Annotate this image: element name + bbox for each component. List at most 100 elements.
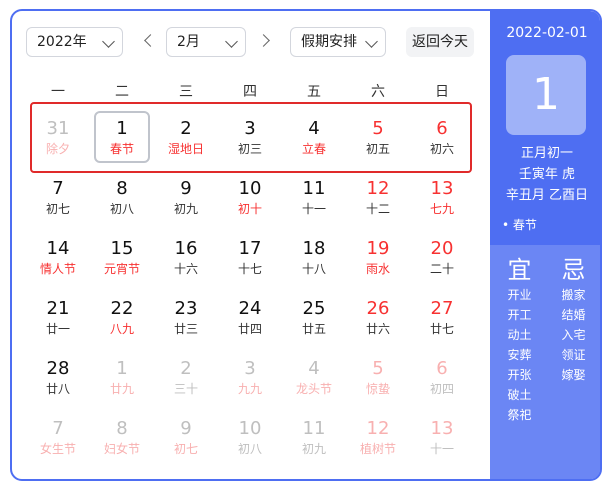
day-number: 3 bbox=[244, 358, 256, 379]
yi-item: 安葬 bbox=[507, 348, 532, 362]
day-cell[interactable]: 10 初八 bbox=[218, 407, 282, 467]
holiday-select-value: 假期安排 bbox=[301, 34, 357, 50]
day-cell[interactable]: 27 廿七 bbox=[410, 287, 474, 347]
day-cell[interactable]: 14 情人节 bbox=[26, 227, 90, 287]
day-number: 1 bbox=[116, 118, 128, 139]
day-lunar-label: 初七 bbox=[45, 202, 70, 216]
day-number: 28 bbox=[46, 358, 70, 379]
day-number: 22 bbox=[110, 298, 134, 319]
prev-month-arrow-icon[interactable] bbox=[144, 34, 157, 47]
day-cell[interactable]: 22 八九 bbox=[90, 287, 154, 347]
day-number: 27 bbox=[430, 298, 454, 319]
day-cell[interactable]: 11 初九 bbox=[282, 407, 346, 467]
day-cell[interactable]: 15 元宵节 bbox=[90, 227, 154, 287]
back-to-today-button[interactable]: 返回今天 bbox=[406, 27, 474, 57]
day-cell[interactable]: 7 初七 bbox=[26, 167, 90, 227]
day-cell[interactable]: 19 雨水 bbox=[346, 227, 410, 287]
day-lunar-label: 十六 bbox=[173, 262, 198, 276]
day-cell[interactable]: 24 廿四 bbox=[218, 287, 282, 347]
day-cell[interactable]: 6 初四 bbox=[410, 347, 474, 407]
day-lunar-label: 初六 bbox=[429, 142, 454, 156]
day-cell[interactable]: 7 女生节 bbox=[26, 407, 90, 467]
day-grid: 31 除夕 1 春节 2 湿地日 3 初三 4 立春 5 初五 6 初六 7 初七 8 初八 9 初九 10 初十 11 十一… bbox=[26, 107, 474, 467]
week-row: 28 廿八 1 廿九 2 三十 3 九九 4 龙头节 5 惊蛰 6 初四 bbox=[26, 347, 474, 407]
day-cell[interactable]: 31 除夕 bbox=[26, 107, 90, 167]
day-lunar-label: 初八 bbox=[109, 202, 134, 216]
day-number: 8 bbox=[116, 178, 128, 199]
day-cell[interactable]: 8 初八 bbox=[90, 167, 154, 227]
day-cell[interactable]: 28 廿八 bbox=[26, 347, 90, 407]
day-number: 5 bbox=[372, 118, 384, 139]
day-cell[interactable]: 6 初六 bbox=[410, 107, 474, 167]
day-cell[interactable]: 13 十一 bbox=[410, 407, 474, 467]
day-cell[interactable]: 13 七九 bbox=[410, 167, 474, 227]
yi-item: 祭祀 bbox=[507, 408, 532, 422]
yi-title: 宜 bbox=[507, 256, 532, 284]
day-cell[interactable]: 5 初五 bbox=[346, 107, 410, 167]
year-select[interactable]: 2022年 bbox=[26, 27, 123, 57]
ji-item: 结婚 bbox=[561, 308, 586, 322]
weekday-label: 五 bbox=[307, 84, 321, 100]
next-month-arrow-icon[interactable] bbox=[257, 34, 270, 47]
day-cell[interactable]: 17 十七 bbox=[218, 227, 282, 287]
day-number: 17 bbox=[238, 238, 262, 259]
day-cell[interactable]: 20 二十 bbox=[410, 227, 474, 287]
day-cell[interactable]: 23 廿三 bbox=[154, 287, 218, 347]
day-cell[interactable]: 12 植树节 bbox=[346, 407, 410, 467]
week-row: 14 情人节 15 元宵节 16 十六 17 十七 18 十八 19 雨水 20 二十 bbox=[26, 227, 474, 287]
day-cell[interactable]: 2 三十 bbox=[154, 347, 218, 407]
day-lunar-label: 初十 bbox=[237, 202, 262, 216]
day-cell[interactable]: 12 十二 bbox=[346, 167, 410, 227]
weekday-label: 三 bbox=[179, 84, 193, 100]
day-cell[interactable]: 1 春节 bbox=[90, 107, 154, 167]
day-cell[interactable]: 3 九九 bbox=[218, 347, 282, 407]
day-lunar-label: 立春 bbox=[301, 142, 326, 156]
day-number: 26 bbox=[366, 298, 390, 319]
week-row: 7 女生节 8 妇女节 9 初七 10 初八 11 初九 12 植树节 13 十一 bbox=[26, 407, 474, 467]
day-lunar-label: 元宵节 bbox=[103, 262, 140, 276]
day-number: 4 bbox=[308, 118, 320, 139]
day-cell[interactable]: 4 龙头节 bbox=[282, 347, 346, 407]
month-select[interactable]: 2月 bbox=[166, 27, 246, 57]
yi-item: 动土 bbox=[507, 328, 532, 342]
day-cell[interactable]: 9 初七 bbox=[154, 407, 218, 467]
day-cell[interactable]: 4 立春 bbox=[282, 107, 346, 167]
day-lunar-label: 廿八 bbox=[45, 382, 70, 396]
day-cell[interactable]: 5 惊蛰 bbox=[346, 347, 410, 407]
lunar-info: 正月初一 壬寅年 虎 辛丑月 乙酉日 bbox=[490, 143, 600, 206]
day-number: 15 bbox=[110, 238, 134, 259]
day-number: 9 bbox=[180, 418, 192, 439]
day-number: 1 bbox=[116, 358, 128, 379]
day-lunar-label: 初九 bbox=[173, 202, 198, 216]
day-cell[interactable]: 2 湿地日 bbox=[154, 107, 218, 167]
day-cell[interactable]: 26 廿六 bbox=[346, 287, 410, 347]
day-number: 11 bbox=[302, 178, 326, 199]
day-cell[interactable]: 10 初十 bbox=[218, 167, 282, 227]
day-lunar-label: 廿一 bbox=[45, 322, 70, 336]
selected-day-number: 1 bbox=[506, 55, 586, 135]
day-number: 19 bbox=[366, 238, 390, 259]
day-number: 10 bbox=[238, 418, 262, 439]
lunar-month-day: 辛丑月 乙酉日 bbox=[505, 188, 589, 203]
day-number: 25 bbox=[302, 298, 326, 319]
day-lunar-label: 初七 bbox=[173, 442, 198, 456]
yi-ji-panel: 宜 开业 开工 动土 安葬 开张 破土 祭祀 忌 搬家 结婚 入宅 领证 嫁娶 bbox=[490, 245, 600, 479]
day-number: 9 bbox=[180, 178, 192, 199]
day-cell[interactable]: 1 廿九 bbox=[90, 347, 154, 407]
day-cell[interactable]: 16 十六 bbox=[154, 227, 218, 287]
day-cell[interactable]: 3 初三 bbox=[218, 107, 282, 167]
day-cell[interactable]: 11 十一 bbox=[282, 167, 346, 227]
day-number: 23 bbox=[174, 298, 198, 319]
day-cell[interactable]: 18 十八 bbox=[282, 227, 346, 287]
calendar-main: 2022年 2月 假期安排 返回今天 一 二 三 四 五 六 日 31 除夕 1 春 bbox=[12, 11, 490, 479]
day-lunar-label: 初三 bbox=[237, 142, 262, 156]
chevron-down-icon bbox=[225, 35, 238, 48]
day-cell[interactable]: 25 廿五 bbox=[282, 287, 346, 347]
day-cell[interactable]: 8 妇女节 bbox=[90, 407, 154, 467]
day-number: 8 bbox=[116, 418, 128, 439]
weekday-label: 六 bbox=[371, 84, 385, 100]
day-number: 6 bbox=[436, 118, 448, 139]
day-cell[interactable]: 21 廿一 bbox=[26, 287, 90, 347]
holiday-select[interactable]: 假期安排 bbox=[290, 27, 386, 57]
day-cell[interactable]: 9 初九 bbox=[154, 167, 218, 227]
